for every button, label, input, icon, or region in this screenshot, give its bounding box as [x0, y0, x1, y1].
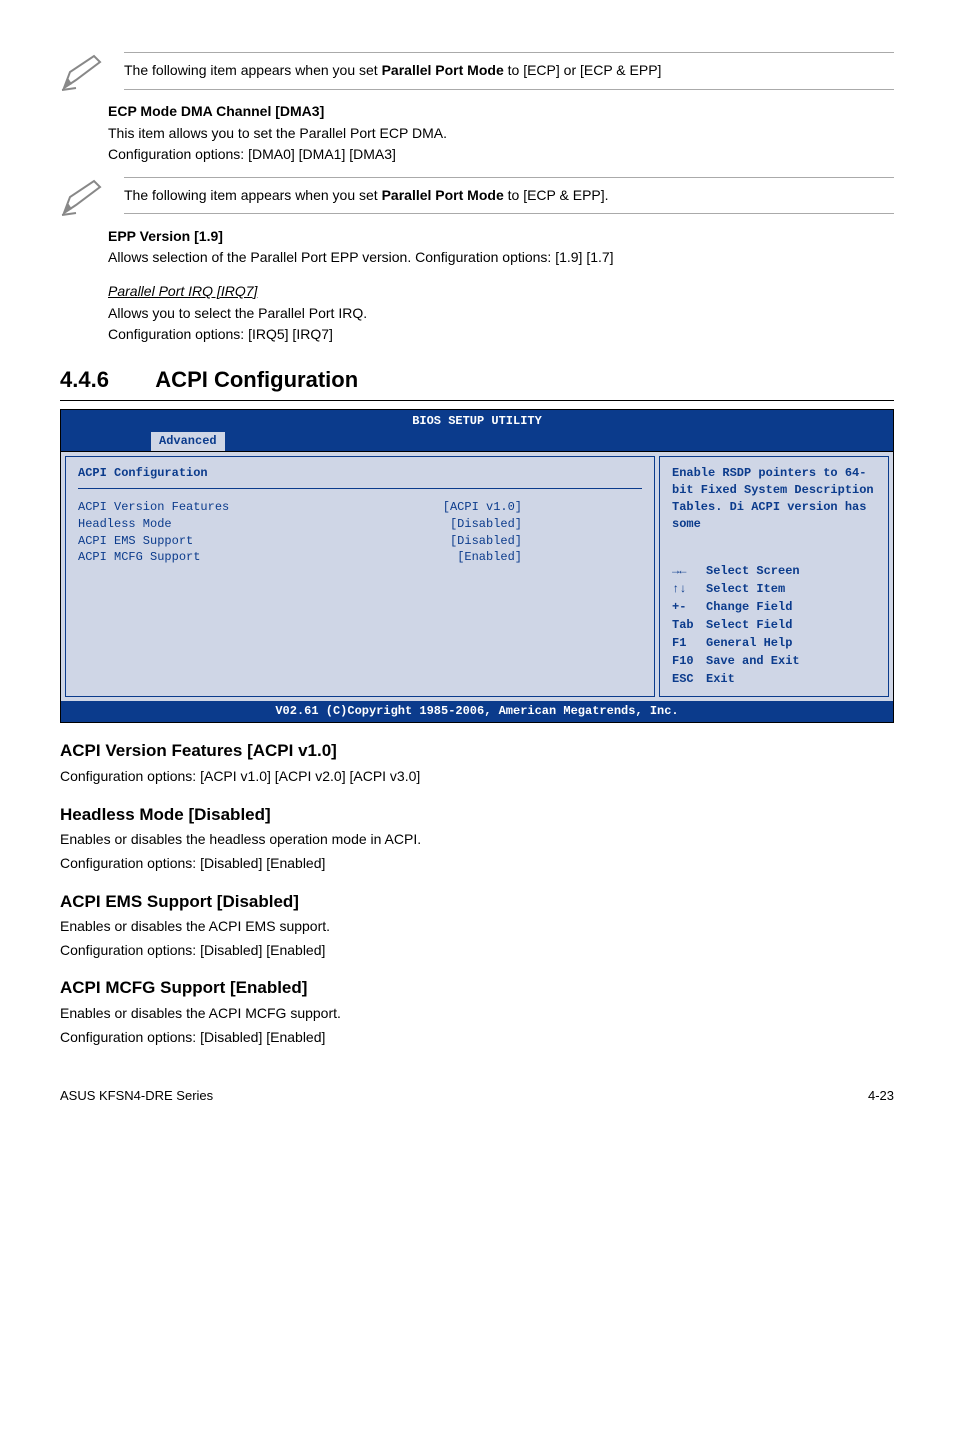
- bios-row-value: [Enabled]: [457, 549, 522, 566]
- bios-key-label: Change Field: [706, 600, 792, 614]
- page-footer: ASUS KFSN4-DRE Series 4-23: [60, 1087, 894, 1105]
- acpi-version-heading: ACPI Version Features [ACPI v1.0]: [60, 739, 894, 763]
- bios-footer: V02.61 (C)Copyright 1985-2006, American …: [61, 701, 893, 722]
- bios-row-label: ACPI EMS Support: [78, 533, 193, 550]
- note-block-2: The following item appears when you set …: [60, 177, 894, 217]
- pp-irq-desc-2: Configuration options: [IRQ5] [IRQ7]: [108, 325, 894, 345]
- acpi-ems-heading: ACPI EMS Support [Disabled]: [60, 890, 894, 914]
- bios-key-sym: F10: [672, 652, 706, 670]
- note1-bold: Parallel Port Mode: [382, 62, 504, 78]
- bios-setup-screenshot: BIOS SETUP UTILITY Advanced ACPI Configu…: [60, 409, 894, 724]
- bios-row: ACPI Version Features [ACPI v1.0]: [78, 499, 642, 516]
- bios-body: ACPI Configuration ACPI Version Features…: [61, 451, 893, 701]
- bios-left-panel: ACPI Configuration ACPI Version Features…: [65, 456, 655, 697]
- note1-post: to [ECP] or [ECP & EPP]: [504, 62, 662, 78]
- note-text: The following item appears when you set …: [124, 52, 894, 90]
- acpi-mcfg-body-1: Enables or disables the ACPI MCFG suppor…: [60, 1004, 894, 1024]
- note-block-1: The following item appears when you set …: [60, 52, 894, 92]
- headless-mode-heading: Headless Mode [Disabled]: [60, 803, 894, 827]
- bios-row-value: [Disabled]: [450, 516, 522, 533]
- bios-key-sym: +-: [672, 598, 706, 616]
- pencil-note-icon: [60, 52, 108, 92]
- headless-mode-body-2: Configuration options: [Disabled] [Enabl…: [60, 854, 894, 874]
- bios-tab-advanced: Advanced: [151, 432, 225, 451]
- headless-mode-body-1: Enables or disables the headless operati…: [60, 830, 894, 850]
- bios-key-label: Save and Exit: [706, 654, 800, 668]
- parallel-port-irq-block: Parallel Port IRQ [IRQ7] Allows you to s…: [108, 282, 894, 345]
- epp-desc: Allows selection of the Parallel Port EP…: [108, 248, 894, 268]
- acpi-version-body: Configuration options: [ACPI v1.0] [ACPI…: [60, 767, 894, 787]
- ecp-desc-1: This item allows you to set the Parallel…: [108, 124, 894, 144]
- acpi-mcfg-heading: ACPI MCFG Support [Enabled]: [60, 976, 894, 1000]
- bios-config-title: ACPI Configuration: [78, 465, 642, 482]
- note2-post: to [ECP & EPP].: [504, 187, 609, 203]
- ecp-desc-2: Configuration options: [DMA0] [DMA1] [DM…: [108, 145, 894, 165]
- bios-row: Headless Mode [Disabled]: [78, 516, 642, 533]
- bios-header: BIOS SETUP UTILITY: [61, 410, 893, 433]
- section-number: 4.4.6: [60, 365, 150, 396]
- bios-key-label: Select Field: [706, 618, 792, 632]
- bios-tab-row: Advanced: [61, 432, 893, 451]
- bios-key-row: F10Save and Exit: [672, 652, 876, 670]
- bios-key-row: TabSelect Field: [672, 616, 876, 634]
- bios-row-label: Headless Mode: [78, 516, 172, 533]
- bios-key-sym: ESC: [672, 670, 706, 688]
- pencil-note-icon: [60, 177, 108, 217]
- epp-heading: EPP Version [1.9]: [108, 227, 894, 247]
- pp-irq-desc-1: Allows you to select the Parallel Port I…: [108, 304, 894, 324]
- bios-row: ACPI MCFG Support [Enabled]: [78, 549, 642, 566]
- epp-block: EPP Version [1.9] Allows selection of th…: [108, 227, 894, 268]
- bios-help-text: Enable RSDP pointers to 64-bit Fixed Sys…: [672, 465, 876, 532]
- ecp-heading: ECP Mode DMA Channel [DMA3]: [108, 102, 894, 122]
- section-heading: 4.4.6 ACPI Configuration: [60, 365, 894, 401]
- footer-left: ASUS KFSN4-DRE Series: [60, 1087, 213, 1105]
- note1-pre: The following item appears when you set: [124, 62, 382, 78]
- bios-key-legend: →←Select Screen ↑↓Select Item +-Change F…: [672, 562, 876, 688]
- bios-key-sym: F1: [672, 634, 706, 652]
- bios-row-value: [ACPI v1.0]: [443, 499, 522, 516]
- acpi-mcfg-body-2: Configuration options: [Disabled] [Enabl…: [60, 1028, 894, 1048]
- acpi-ems-body-2: Configuration options: [Disabled] [Enabl…: [60, 941, 894, 961]
- bios-key-row: →←Select Screen: [672, 562, 876, 580]
- bios-key-sym: →←: [672, 562, 706, 580]
- bios-row-label: ACPI Version Features: [78, 499, 229, 516]
- bios-key-label: Exit: [706, 672, 735, 686]
- footer-page-number: 4-23: [868, 1087, 894, 1105]
- note-text: The following item appears when you set …: [124, 177, 894, 215]
- bios-key-row: F1General Help: [672, 634, 876, 652]
- pp-irq-heading: Parallel Port IRQ [IRQ7]: [108, 282, 894, 302]
- section-title-text: ACPI Configuration: [155, 367, 358, 392]
- ecp-block: ECP Mode DMA Channel [DMA3] This item al…: [108, 102, 894, 165]
- bios-row: ACPI EMS Support [Disabled]: [78, 533, 642, 550]
- bios-row-value: [Disabled]: [450, 533, 522, 550]
- bios-row-label: ACPI MCFG Support: [78, 549, 200, 566]
- bios-key-label: Select Item: [706, 582, 785, 596]
- bios-key-row: +-Change Field: [672, 598, 876, 616]
- bios-key-label: General Help: [706, 636, 792, 650]
- bios-key-sym: ↑↓: [672, 580, 706, 598]
- note2-bold: Parallel Port Mode: [382, 187, 504, 203]
- bios-right-panel: Enable RSDP pointers to 64-bit Fixed Sys…: [659, 456, 889, 697]
- bios-key-row: ESCExit: [672, 670, 876, 688]
- acpi-ems-body-1: Enables or disables the ACPI EMS support…: [60, 917, 894, 937]
- bios-key-row: ↑↓Select Item: [672, 580, 876, 598]
- note2-pre: The following item appears when you set: [124, 187, 382, 203]
- bios-key-label: Select Screen: [706, 564, 800, 578]
- bios-divider: [78, 488, 642, 489]
- bios-key-sym: Tab: [672, 616, 706, 634]
